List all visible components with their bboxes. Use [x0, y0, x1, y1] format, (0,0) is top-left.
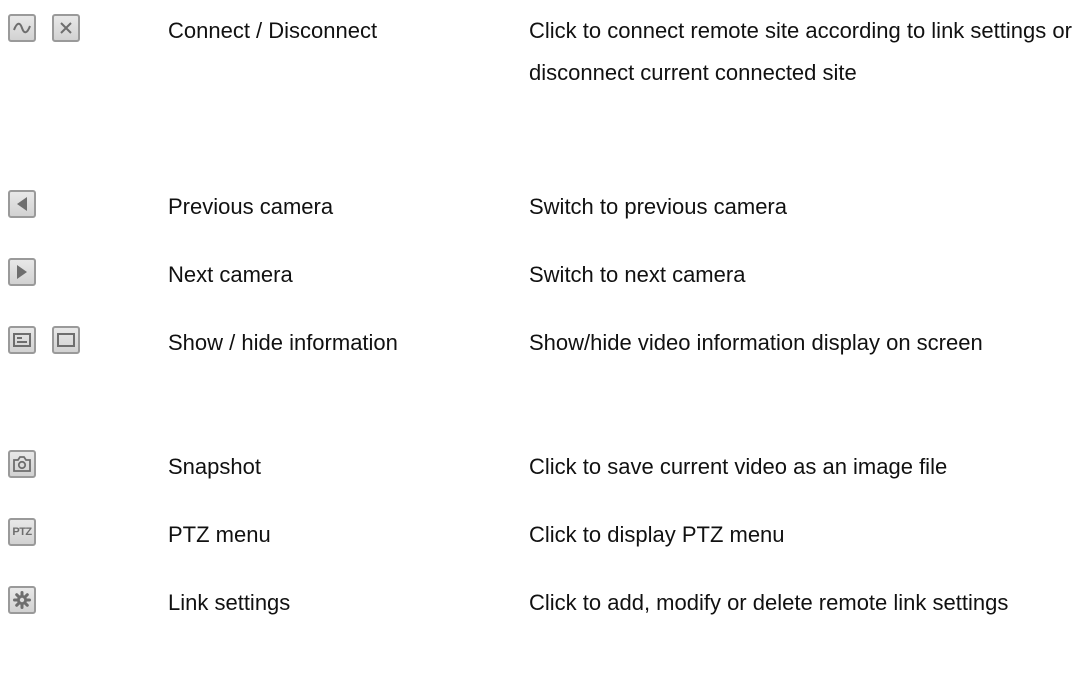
function-description: Show/hide video information display on s… — [529, 330, 983, 355]
row-icons — [8, 586, 36, 614]
row-icons — [8, 326, 80, 354]
row-icons: PTZ — [8, 518, 36, 546]
connect-wave-icon — [8, 14, 36, 42]
function-name: PTZ menu — [168, 522, 271, 547]
next-camera-icon — [8, 258, 36, 286]
function-description: Switch to previous camera — [529, 194, 787, 219]
function-name: Link settings — [168, 590, 291, 615]
ptz-menu-icon: PTZ — [8, 518, 36, 546]
function-description: Click to display PTZ menu — [529, 522, 785, 547]
snapshot-camera-icon — [8, 450, 36, 478]
disconnect-x-icon — [52, 14, 80, 42]
function-name: Next camera — [168, 262, 293, 287]
function-name: Previous camera — [168, 194, 334, 219]
function-name: Connect / Disconnect — [168, 18, 378, 43]
row-icons — [8, 190, 36, 218]
row-icons — [8, 258, 36, 286]
previous-camera-icon — [8, 190, 36, 218]
function-description: Click to connect remote site according t… — [529, 18, 1072, 85]
link-settings-gear-icon — [8, 586, 36, 614]
row-icons — [8, 450, 36, 478]
ptz-icon-text: PTZ — [12, 526, 32, 538]
function-name: Snapshot — [168, 454, 261, 479]
function-name: Show / hide information — [168, 330, 398, 355]
show-information-icon — [8, 326, 36, 354]
row-icons — [8, 14, 80, 42]
function-description: Click to add, modify or delete remote li… — [529, 590, 1009, 615]
function-description: Click to save current video as an image … — [529, 454, 948, 479]
function-description: Switch to next camera — [529, 262, 746, 287]
hide-information-icon — [52, 326, 80, 354]
